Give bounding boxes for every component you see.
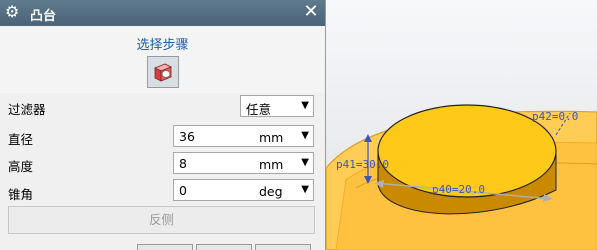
filter-label: 过滤器 bbox=[8, 102, 46, 117]
boss-dialog: ⚙ 凸台 ✕ 选择步骤 过滤器 任意 ▼ 直径 36 mm ▼ 高度 8 mm … bbox=[0, 0, 326, 250]
height-value: 8 bbox=[179, 156, 187, 171]
placement-face-icon bbox=[154, 63, 172, 82]
dimension-p41-label[interactable]: p41=30.0 bbox=[336, 158, 389, 171]
chevron-down-icon: ▼ bbox=[301, 100, 309, 111]
placement-face-button[interactable] bbox=[147, 56, 179, 88]
dialog-titlebar[interactable]: ⚙ 凸台 ✕ bbox=[0, 0, 325, 26]
taper-angle-label: 锥角 bbox=[8, 187, 34, 202]
gear-icon[interactable]: ⚙ bbox=[5, 2, 19, 22]
filter-value: 任意 bbox=[246, 102, 272, 117]
reverse-side-button[interactable]: 反侧 bbox=[8, 206, 315, 234]
filter-dropdown[interactable]: 任意 ▼ bbox=[240, 95, 314, 117]
ok-button[interactable] bbox=[137, 244, 193, 250]
chevron-down-icon[interactable]: ▼ bbox=[301, 184, 309, 195]
chevron-down-icon[interactable]: ▼ bbox=[301, 130, 309, 141]
dialog-title: 凸台 bbox=[30, 9, 57, 24]
select-step-label: 选择步骤 bbox=[136, 38, 189, 53]
height-unit: mm bbox=[259, 157, 284, 172]
dimension-p42-label[interactable]: p42=0.0 bbox=[532, 110, 578, 123]
taper-angle-input[interactable]: 0 deg ▼ bbox=[173, 179, 314, 201]
taper-angle-unit: deg bbox=[259, 184, 283, 199]
cancel-button[interactable] bbox=[255, 244, 311, 250]
apply-button[interactable] bbox=[196, 244, 252, 250]
diameter-input[interactable]: 36 mm ▼ bbox=[173, 125, 314, 147]
select-step-section: 选择步骤 bbox=[0, 26, 325, 93]
dimension-p40-label[interactable]: p40=20.0 bbox=[432, 183, 485, 196]
height-input[interactable]: 8 mm ▼ bbox=[173, 152, 314, 174]
diameter-label: 直径 bbox=[8, 132, 34, 147]
model-canvas[interactable]: p41=30.0 p40=20.0 p42=0.0 bbox=[326, 0, 597, 250]
chevron-down-icon[interactable]: ▼ bbox=[301, 157, 309, 168]
height-label: 高度 bbox=[8, 159, 34, 174]
diameter-unit: mm bbox=[259, 130, 284, 145]
taper-angle-value: 0 bbox=[179, 183, 187, 198]
graphics-viewport[interactable]: p41=30.0 p40=20.0 p42=0.0 bbox=[326, 0, 597, 250]
diameter-value: 36 bbox=[179, 129, 195, 144]
close-icon[interactable]: ✕ bbox=[301, 1, 321, 23]
